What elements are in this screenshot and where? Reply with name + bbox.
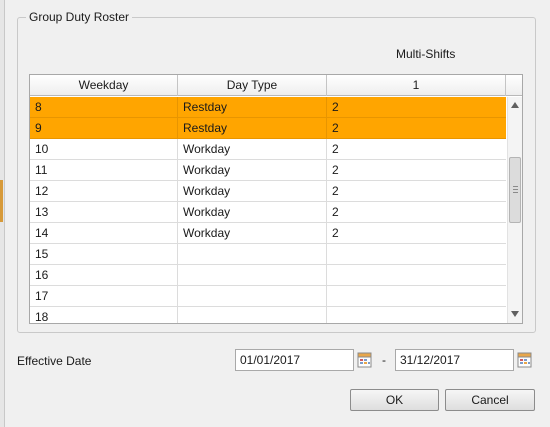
grid-header: Weekday Day Type 1 <box>30 75 522 96</box>
shift-cell[interactable]: 2 <box>327 118 506 138</box>
shift-cell[interactable]: 2 <box>327 202 506 222</box>
scrollbar-thumb[interactable] <box>509 157 521 223</box>
weekday-cell[interactable]: 9 <box>30 118 178 138</box>
day-type-cell[interactable] <box>178 286 327 306</box>
table-row[interactable]: 14 Workday 2 <box>30 223 506 244</box>
shift-cell[interactable] <box>327 244 506 264</box>
table-row[interactable]: 8 Restday 2 <box>30 97 506 118</box>
roster-grid[interactable]: Weekday Day Type 1 8 Restday 2 9 Restday 2 10 W… <box>29 74 523 324</box>
weekday-cell[interactable]: 16 <box>30 265 178 285</box>
weekday-cell[interactable]: 18 <box>30 307 178 323</box>
weekday-cell[interactable]: 10 <box>30 139 178 159</box>
weekday-cell[interactable]: 14 <box>30 223 178 243</box>
table-row[interactable]: 16 <box>30 265 506 286</box>
shift-cell[interactable]: 2 <box>327 139 506 159</box>
weekday-cell[interactable]: 8 <box>30 97 178 117</box>
shift-cell[interactable]: 2 <box>327 160 506 180</box>
day-type-cell[interactable]: Workday <box>178 223 327 243</box>
day-type-cell[interactable]: Workday <box>178 160 327 180</box>
weekday-cell[interactable]: 15 <box>30 244 178 264</box>
group-title: Group Duty Roster <box>26 10 133 24</box>
column-header-day-type[interactable]: Day Type <box>178 75 327 96</box>
date-range-separator: - <box>382 353 386 367</box>
day-type-cell[interactable]: Restday <box>178 118 327 138</box>
chevron-up-icon[interactable] <box>511 102 519 108</box>
table-row[interactable]: 11 Workday 2 <box>30 160 506 181</box>
weekday-cell[interactable]: 17 <box>30 286 178 306</box>
day-type-cell[interactable] <box>178 244 327 264</box>
day-type-cell[interactable]: Workday <box>178 181 327 201</box>
day-type-cell[interactable]: Restday <box>178 97 327 117</box>
table-row[interactable]: 17 <box>30 286 506 307</box>
weekday-cell[interactable]: 11 <box>30 160 178 180</box>
calendar-icon[interactable] <box>357 351 373 369</box>
grip-line <box>513 186 518 187</box>
day-type-cell[interactable] <box>178 265 327 285</box>
grip-line <box>513 189 518 190</box>
chevron-down-icon[interactable] <box>511 311 519 317</box>
multi-shifts-label: Multi-Shifts <box>396 47 456 61</box>
effective-to-field[interactable] <box>395 349 514 371</box>
shift-cell[interactable] <box>327 307 506 323</box>
shift-cell[interactable] <box>327 286 506 306</box>
table-row[interactable]: 12 Workday 2 <box>30 181 506 202</box>
column-header-weekday[interactable]: Weekday <box>30 75 178 96</box>
table-row[interactable]: 10 Workday 2 <box>30 139 506 160</box>
vertical-scrollbar[interactable] <box>507 97 522 323</box>
day-type-cell[interactable]: Workday <box>178 202 327 222</box>
column-header-shift-1[interactable]: 1 <box>327 75 506 96</box>
effective-from-field[interactable] <box>235 349 354 371</box>
weekday-cell[interactable]: 13 <box>30 202 178 222</box>
effective-date-label: Effective Date <box>17 354 92 368</box>
weekday-cell[interactable]: 12 <box>30 181 178 201</box>
cancel-button[interactable]: Cancel <box>445 389 535 411</box>
shift-cell[interactable]: 2 <box>327 97 506 117</box>
ok-button[interactable]: OK <box>350 389 439 411</box>
window-left-accent <box>0 180 3 222</box>
table-row[interactable]: 13 Workday 2 <box>30 202 506 223</box>
shift-cell[interactable]: 2 <box>327 223 506 243</box>
day-type-cell[interactable] <box>178 307 327 323</box>
shift-cell[interactable] <box>327 265 506 285</box>
grid-rows: 8 Restday 2 9 Restday 2 10 Workday 2 11 Workday 2 12… <box>30 97 506 323</box>
table-row[interactable]: 18 <box>30 307 506 323</box>
grip-line <box>513 192 518 193</box>
calendar-icon[interactable] <box>517 351 533 369</box>
table-row[interactable]: 9 Restday 2 <box>30 118 506 139</box>
shift-cell[interactable]: 2 <box>327 181 506 201</box>
table-row[interactable]: 15 <box>30 244 506 265</box>
column-header-filler <box>506 75 522 96</box>
day-type-cell[interactable]: Workday <box>178 139 327 159</box>
